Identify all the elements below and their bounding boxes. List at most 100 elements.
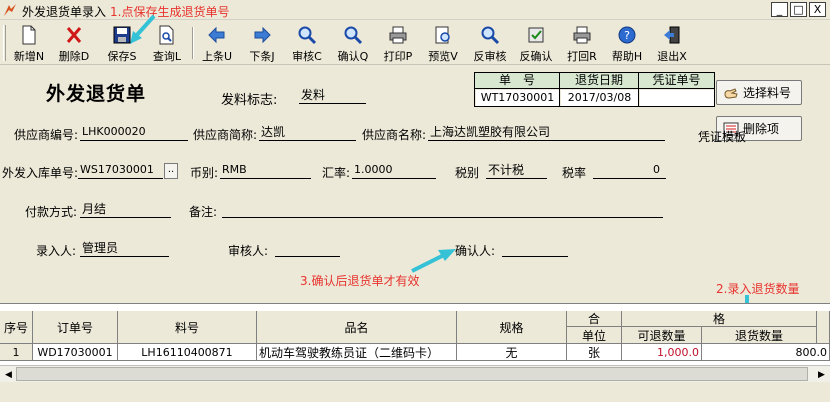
unaudit-magnifier-icon <box>481 26 500 45</box>
col-header-order[interactable]: 订单号 <box>33 311 118 344</box>
return-no-field[interactable]: WT17030001 <box>476 90 559 106</box>
toolbar: 新增N 删除D 保存S 查询L 上条U 下条J 审核C 确认Q 打印P 预览V … <box>0 21 830 65</box>
return-date-header: 退货日期 <box>560 73 638 89</box>
arrow-right-icon <box>254 26 271 44</box>
confirmer-field[interactable] <box>502 240 568 257</box>
confirm-button[interactable]: 确认Q <box>333 23 373 63</box>
tax-type-field[interactable]: 不计税 <box>486 162 547 179</box>
new-doc-icon <box>22 25 36 45</box>
select-item-label: 选择料号 <box>743 86 792 100</box>
delete-label: 删除D <box>58 50 90 63</box>
col-header-unit[interactable]: 单位 <box>567 327 622 344</box>
unaudit-button[interactable]: 反审核 <box>470 23 510 63</box>
table-row-seq[interactable]: 1 <box>0 344 33 361</box>
auditor-label: 审核人: <box>228 244 269 258</box>
help-button[interactable]: ? 帮助H <box>607 23 647 63</box>
supplier-name-label: 供应商名称: <box>362 128 427 142</box>
col-header-spec[interactable]: 规格 <box>457 311 567 344</box>
unconfirm-label: 反确认 <box>519 50 553 63</box>
inbound-no-field[interactable]: WS17030001 <box>78 162 163 179</box>
unconfirm-button[interactable]: 反确认 <box>516 23 556 63</box>
return-date-field[interactable]: 2017/03/08 <box>561 90 638 106</box>
payment-label: 付款方式: <box>25 205 78 219</box>
col-header-returnable[interactable]: 可退数量 <box>622 327 702 344</box>
select-item-button[interactable]: 选择料号 <box>716 80 802 105</box>
tax-type-label: 税别 <box>455 166 480 180</box>
table-cell-unit[interactable]: 张 <box>567 344 622 361</box>
issue-flag-label: 发料标志: <box>221 93 278 108</box>
table-cell-spec[interactable]: 无 <box>457 344 567 361</box>
preview-button[interactable]: 预览V <box>423 23 463 63</box>
rate-field[interactable]: 1.0000 <box>352 162 436 179</box>
table-divider <box>559 73 560 106</box>
audit-magnifier-icon <box>298 26 317 45</box>
preview-label: 预览V <box>428 50 458 63</box>
save-button[interactable]: 保存S <box>102 23 142 63</box>
page-title: 外发退货单 <box>46 83 147 105</box>
arrow-left-icon <box>208 26 225 44</box>
issue-flag-field[interactable]: 发料 <box>299 87 366 104</box>
col-header-name[interactable]: 品名 <box>257 311 457 344</box>
window-title: 外发退货单录入 <box>22 5 107 19</box>
quantity-annotation: 2.录入退货数量 <box>716 282 800 296</box>
new-button[interactable]: 新增N <box>9 23 49 63</box>
tax-rate-field[interactable]: 0 <box>593 162 666 179</box>
table-cell-item[interactable]: LH16110400871 <box>118 344 257 361</box>
minimize-button[interactable]: _ <box>771 2 788 17</box>
scroll-right-icon[interactable]: ▶ <box>814 367 829 382</box>
payment-field[interactable]: 月结 <box>80 201 171 218</box>
table-cell-name[interactable]: 机动车驾驶教练员证（二维码卡） <box>257 344 457 361</box>
app-logo-icon <box>3 3 17 17</box>
return-no-header: 单 号 <box>475 73 559 89</box>
voucher-no-field[interactable] <box>640 90 714 106</box>
table-divider <box>638 73 639 106</box>
supplier-short-label: 供应商简称: <box>193 128 258 142</box>
entered-by-field[interactable]: 管理员 <box>80 240 169 257</box>
save-disk-icon <box>113 26 131 44</box>
horizontal-scrollbar[interactable]: ◀ ▶ <box>0 365 830 382</box>
auditor-field[interactable] <box>275 240 340 257</box>
table-cell-return-qty[interactable]: 800.0 <box>702 344 830 361</box>
maximize-button[interactable]: □ <box>790 2 807 17</box>
supplier-name-field[interactable]: 上海达凯塑胶有限公司 <box>428 124 665 141</box>
table-cell-order[interactable]: WD17030001 <box>33 344 118 361</box>
remark-field[interactable] <box>222 201 663 218</box>
title-bar: 外发退货单录入 1.点保存生成退货单号 _ □ X <box>0 0 830 20</box>
delete-button[interactable]: 删除D <box>54 23 94 63</box>
col-header-item[interactable]: 料号 <box>118 311 257 344</box>
voucher-no-header: 凭证单号 <box>639 73 714 89</box>
help-icon: ? <box>618 26 636 44</box>
scroll-left-icon[interactable]: ◀ <box>1 367 16 382</box>
col-header-extra <box>817 311 830 344</box>
hand-pointer-icon <box>724 87 738 99</box>
entered-by-label: 录入人: <box>36 244 77 258</box>
rate-label: 汇率: <box>322 166 351 180</box>
inbound-no-label: 外发入库单号: <box>2 166 79 180</box>
exit-button[interactable]: 退出X <box>652 23 692 63</box>
audit-button[interactable]: 审核C <box>287 23 327 63</box>
scroll-thumb[interactable] <box>16 367 808 381</box>
annotation-arrow-icon <box>411 249 456 273</box>
currency-label: 币别: <box>190 166 219 180</box>
close-button[interactable]: X <box>809 2 826 17</box>
currency-field[interactable]: RMB <box>220 162 311 179</box>
col-header-return-qty[interactable]: 退货数量 <box>702 327 817 344</box>
return-button[interactable]: 打回R <box>562 23 602 63</box>
delete-item-label: 删除项 <box>743 122 780 136</box>
query-button[interactable]: 查询L <box>147 23 187 63</box>
col-header-seq[interactable]: 序号 <box>0 311 33 344</box>
unconfirm-icon <box>528 27 544 43</box>
preview-icon <box>435 26 450 44</box>
supplier-short-field[interactable]: 达凯 <box>259 124 356 141</box>
return-printer-icon <box>573 26 591 44</box>
prev-button[interactable]: 上条U <box>197 23 237 63</box>
printer-icon <box>389 26 407 44</box>
print-button[interactable]: 打印P <box>378 23 418 63</box>
next-button[interactable]: 下条J <box>242 23 282 63</box>
window-controls: _ □ X <box>771 2 826 17</box>
confirmer-label: 确认人: <box>455 244 496 258</box>
table-cell-returnable[interactable]: 1,000.0 <box>622 344 702 361</box>
remark-label: 备注: <box>189 205 218 219</box>
lookup-button[interactable]: .. <box>164 163 178 179</box>
supplier-code-field[interactable]: LHK000020 <box>80 124 188 141</box>
